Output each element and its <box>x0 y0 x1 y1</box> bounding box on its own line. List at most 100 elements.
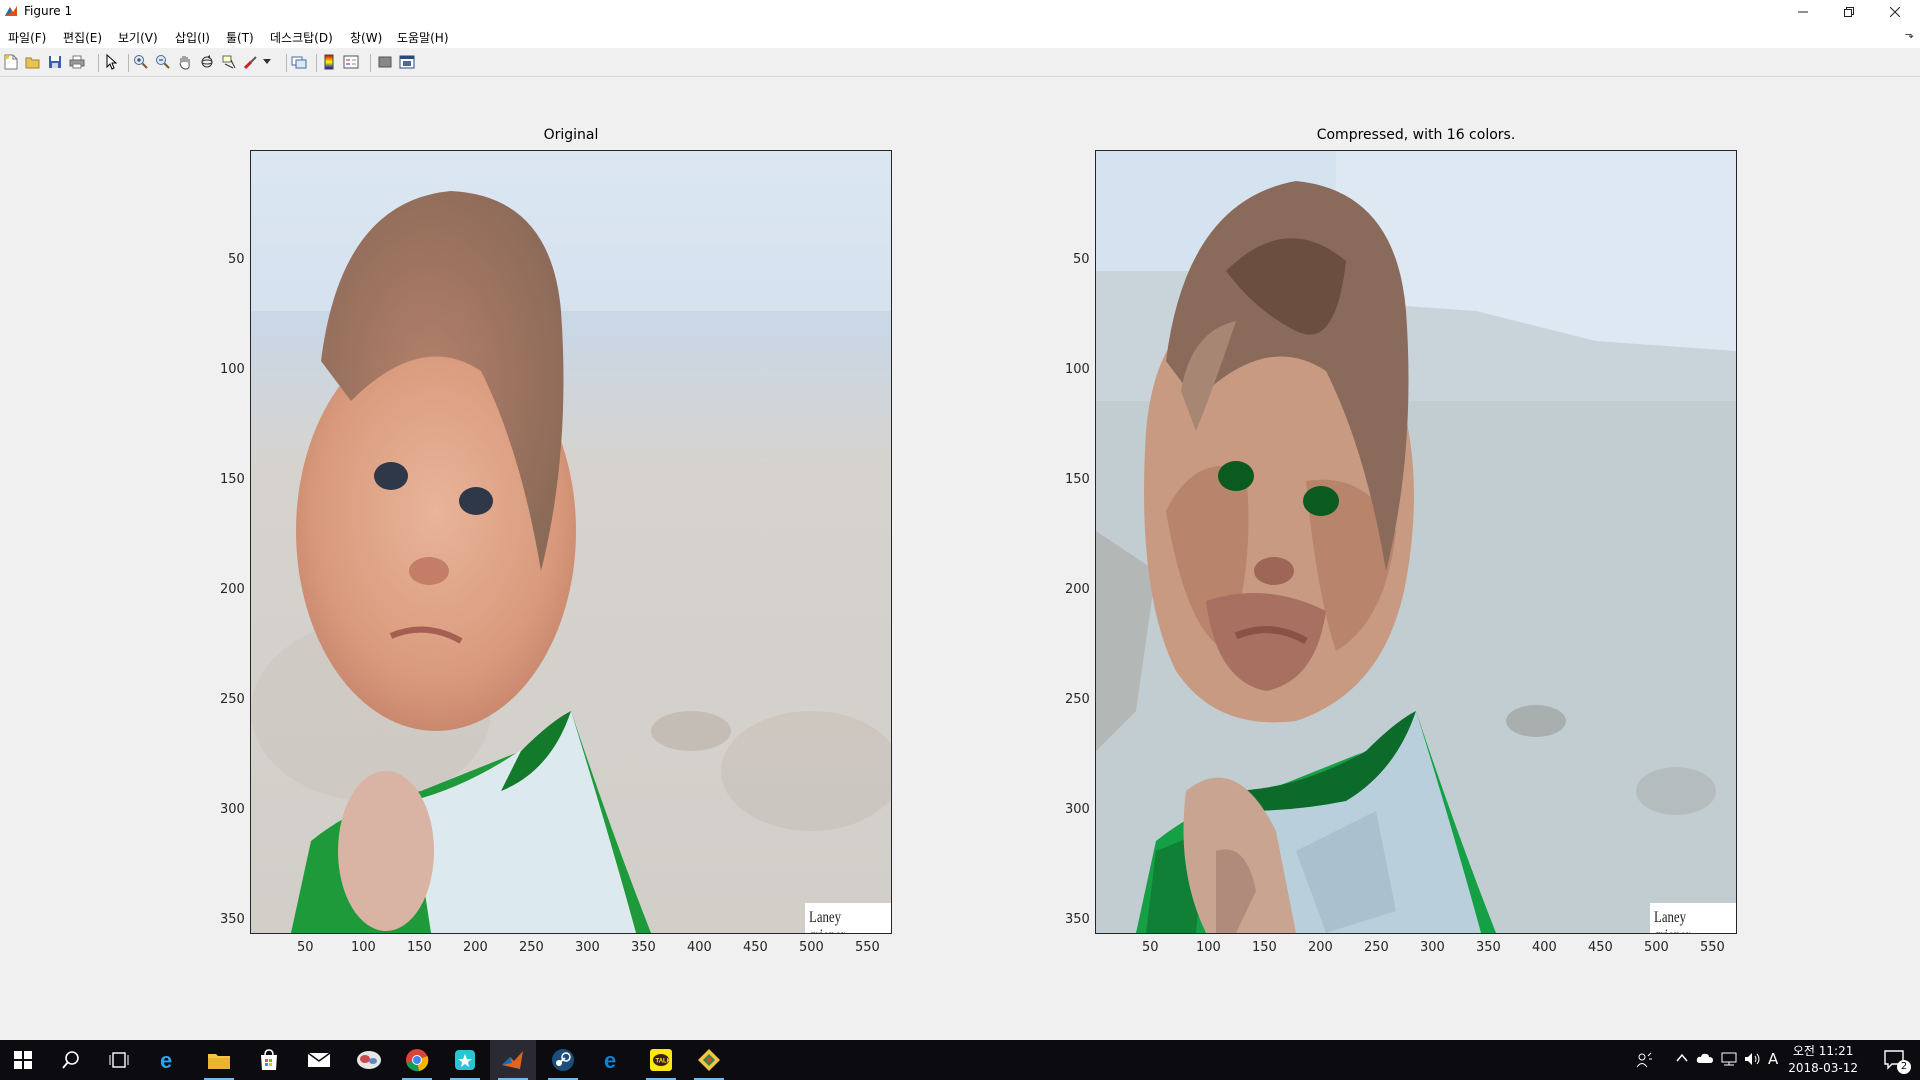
app-icon-3[interactable] <box>686 1040 732 1080</box>
chrome-icon[interactable] <box>394 1040 440 1080</box>
x-tick-label: 200 <box>1308 940 1333 955</box>
x-tick-label: 400 <box>1532 940 1557 955</box>
menu-bar: 파일(F) 편집(E) 보기(V) 삽입(I) 툴(T) 데스크탑(D) 창(W… <box>0 24 1920 48</box>
y-tick-label: 50 <box>228 252 245 267</box>
menu-help[interactable]: 도움말(H) <box>397 29 449 46</box>
rotate-icon[interactable] <box>198 53 216 71</box>
app-icon-2[interactable] <box>442 1040 488 1080</box>
window-title: Figure 1 <box>24 4 73 18</box>
mail-icon[interactable] <box>296 1040 342 1080</box>
y-tick-label: 300 <box>220 802 245 817</box>
store-icon[interactable] <box>246 1040 292 1080</box>
pointer-icon[interactable] <box>102 53 120 71</box>
brush-dropdown-icon[interactable] <box>262 53 272 71</box>
show-plot-tools-icon[interactable] <box>398 53 416 71</box>
watermark-text: Laney griener <box>809 909 845 933</box>
menu-file[interactable]: 파일(F) <box>8 29 46 46</box>
menu-edit[interactable]: 편집(E) <box>63 29 102 46</box>
notification-count-badge: 2 <box>1897 1060 1911 1074</box>
zoom-out-icon[interactable] <box>154 53 172 71</box>
onedrive-icon[interactable] <box>1696 1052 1714 1068</box>
dock-arrow-icon[interactable]: ⬎ <box>1905 28 1914 41</box>
volume-icon[interactable] <box>1744 1052 1762 1070</box>
ime-indicator[interactable]: A <box>1768 1050 1778 1068</box>
minimize-button[interactable] <box>1780 0 1826 24</box>
minimize-icon <box>1798 11 1808 13</box>
matlab-figure-icon <box>4 4 18 18</box>
x-tick-label: 550 <box>1700 940 1725 955</box>
tray-expand-icon[interactable] <box>1676 1052 1688 1068</box>
matlab-icon[interactable] <box>490 1040 536 1080</box>
open-icon[interactable] <box>24 53 42 71</box>
y-tick-label: 350 <box>220 912 245 927</box>
y-tick-label: 100 <box>1065 362 1090 377</box>
clock-time: 오전 11:21 <box>1792 1044 1854 1058</box>
svg-text:TALK: TALK <box>656 1059 672 1065</box>
watermark-text: Laney griener <box>1654 909 1690 933</box>
y-tick-label: 200 <box>1065 582 1090 597</box>
kakaotalk-icon[interactable]: TALK <box>638 1040 684 1080</box>
legend-icon[interactable] <box>342 53 360 71</box>
x-tick-label: 150 <box>407 940 432 955</box>
x-tick-label: 550 <box>855 940 880 955</box>
network-icon[interactable] <box>1720 1052 1738 1070</box>
pan-icon[interactable] <box>176 53 194 71</box>
y-tick-label: 350 <box>1065 912 1090 927</box>
close-icon <box>1890 7 1900 17</box>
x-tick-label: 300 <box>1420 940 1445 955</box>
y-tick-label: 300 <box>1065 802 1090 817</box>
menu-window[interactable]: 창(W) <box>350 29 382 46</box>
x-tick-label: 500 <box>1644 940 1669 955</box>
zoom-in-icon[interactable] <box>132 53 150 71</box>
axes-title-compressed: Compressed, with 16 colors. <box>1316 127 1516 143</box>
x-tick-label: 250 <box>1364 940 1389 955</box>
clock[interactable]: 오전 11:21 2018-03-12 <box>1788 1043 1858 1077</box>
restore-button[interactable] <box>1826 0 1872 24</box>
notification-center-icon[interactable]: 2 <box>1870 1040 1920 1080</box>
menu-insert[interactable]: 삽입(I) <box>175 29 210 46</box>
people-icon[interactable] <box>1636 1052 1652 1072</box>
x-tick-label: 100 <box>351 940 376 955</box>
axes-title-original: Original <box>543 127 599 143</box>
new-figure-icon[interactable] <box>2 53 20 71</box>
y-tick-label: 250 <box>220 692 245 707</box>
task-view-icon[interactable] <box>96 1040 142 1080</box>
menu-view[interactable]: 보기(V) <box>118 29 158 46</box>
x-tick-label: 450 <box>743 940 768 955</box>
svg-text:e: e <box>160 1048 172 1072</box>
save-icon[interactable] <box>46 53 64 71</box>
x-tick-label: 250 <box>519 940 544 955</box>
axes-compressed[interactable]: Laney griener <box>1095 150 1737 934</box>
x-tick-label: 500 <box>799 940 824 955</box>
brush-icon[interactable] <box>242 53 260 71</box>
clock-date: 2018-03-12 <box>1788 1061 1858 1075</box>
steam-icon[interactable] <box>540 1040 586 1080</box>
colorbar-icon[interactable] <box>320 53 338 71</box>
image-compressed <box>1096 151 1736 933</box>
menu-tools[interactable]: 툴(T) <box>226 29 254 46</box>
hide-plot-tools-icon[interactable] <box>376 53 394 71</box>
edge-icon[interactable]: e <box>590 1040 636 1080</box>
x-tick-label: 150 <box>1252 940 1277 955</box>
y-tick-label: 250 <box>1065 692 1090 707</box>
y-tick-label: 200 <box>220 582 245 597</box>
x-tick-label: 300 <box>575 940 600 955</box>
x-tick-label: 100 <box>1196 940 1221 955</box>
close-button[interactable] <box>1872 0 1918 24</box>
figure-toolbar <box>0 48 1920 77</box>
x-tick-label: 50 <box>297 940 314 955</box>
app-icon[interactable] <box>346 1040 392 1080</box>
x-tick-label: 200 <box>463 940 488 955</box>
y-tick-label: 50 <box>1073 252 1090 267</box>
start-icon[interactable] <box>0 1040 46 1080</box>
axes-original[interactable]: Laney griener <box>250 150 892 934</box>
print-icon[interactable] <box>68 53 86 71</box>
image-original <box>251 151 891 933</box>
menu-desktop[interactable]: 데스크탑(D) <box>270 29 333 46</box>
data-cursor-icon[interactable] <box>220 53 238 71</box>
internet-explorer-icon[interactable]: e <box>146 1040 192 1080</box>
search-icon[interactable] <box>48 1040 94 1080</box>
taskbar: e e TALK A 오전 11:21 2018-03-12 2 <box>0 1040 1920 1080</box>
link-icon[interactable] <box>290 53 308 71</box>
file-explorer-icon[interactable] <box>196 1040 242 1080</box>
